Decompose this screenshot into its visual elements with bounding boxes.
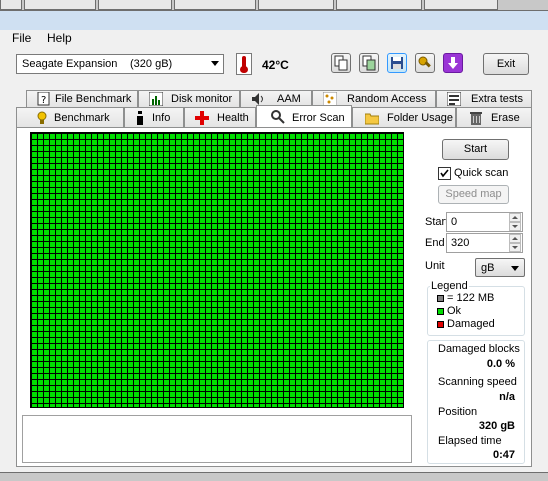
legend-damaged-label: Damaged — [447, 318, 495, 330]
title-bar — [0, 11, 548, 30]
block-map-grid — [30, 132, 404, 408]
menu-file[interactable]: File — [12, 31, 31, 45]
arrow-down-icon — [448, 57, 458, 69]
options-button[interactable] — [415, 53, 435, 73]
tab-health[interactable]: Health — [184, 107, 256, 127]
drive-size: (320 gB) — [130, 58, 173, 70]
scan-log[interactable] — [22, 415, 412, 463]
lightbulb-icon — [37, 111, 47, 124]
save-button[interactable] — [387, 53, 407, 73]
copy-icon — [334, 55, 348, 71]
background-window-strip — [0, 0, 548, 11]
copy-screenshot-button[interactable] — [359, 53, 379, 73]
drive-name: Seagate Expansion — [22, 58, 118, 70]
end-label: End — [425, 237, 445, 249]
unit-select-value: gB — [481, 262, 495, 274]
tab-label: Extra tests — [471, 93, 523, 105]
tab-folder-usage[interactable]: Folder Usage — [352, 107, 456, 127]
tab-extra-tests[interactable]: Extra tests — [436, 90, 532, 107]
tab-error-scan[interactable]: Error Scan — [256, 105, 352, 128]
menu-help[interactable]: Help — [47, 31, 72, 45]
copy-info-button[interactable] — [331, 53, 351, 73]
spin-down-icon[interactable] — [509, 243, 521, 252]
info-icon — [137, 111, 143, 125]
drive-select[interactable]: Seagate Expansion (320 gB) — [16, 54, 224, 74]
quick-scan-checkbox[interactable] — [438, 167, 451, 180]
tab-label: Error Scan — [292, 112, 345, 124]
legend-ok-label: Ok — [447, 305, 462, 317]
tab-label: AAM — [277, 93, 301, 105]
folder-icon — [365, 113, 379, 125]
tab-label: Health — [217, 112, 249, 124]
tab-benchmark[interactable]: Benchmark — [16, 107, 124, 127]
tab-label: Folder Usage — [387, 112, 454, 124]
tab-label: File Benchmark — [55, 93, 132, 105]
legend-title: Legend — [430, 280, 469, 292]
tab-label: Random Access — [347, 93, 427, 105]
chevron-down-icon — [211, 61, 219, 66]
tab-file-benchmark[interactable]: ? File Benchmark — [26, 90, 138, 107]
start-input-value: 0 — [451, 216, 458, 228]
end-input-value: 320 — [451, 237, 470, 249]
quick-scan-label: Quick scan — [454, 167, 509, 179]
unit-label: Unit — [425, 260, 445, 272]
damaged-blocks-value: 0.0 % — [486, 358, 515, 370]
tab-label: Benchmark — [54, 112, 110, 124]
tab-label: Erase — [491, 112, 520, 124]
speaker-icon — [252, 93, 263, 105]
spin-up-icon[interactable] — [509, 213, 521, 222]
spin-up-icon[interactable] — [509, 234, 521, 243]
file-benchmark-icon: ? — [37, 92, 50, 106]
damaged-blocks-label: Damaged blocks — [438, 343, 520, 355]
copy-image-icon — [362, 55, 376, 71]
tab-label: Disk monitor — [171, 93, 233, 105]
tab-label: Info — [152, 112, 171, 124]
legend-damaged-swatch — [437, 321, 444, 328]
end-input[interactable]: 320 — [446, 233, 523, 253]
chart-icon — [149, 92, 163, 106]
legend-ok-swatch — [437, 308, 444, 315]
spin-down-icon[interactable] — [509, 222, 521, 231]
thermometer-icon — [236, 53, 252, 75]
tab-disk-monitor[interactable]: Disk monitor — [138, 90, 240, 107]
legend-block-swatch — [437, 295, 444, 302]
extra-tests-icon — [447, 92, 461, 106]
tab-erase[interactable]: Erase — [456, 107, 532, 127]
tab-info[interactable]: Info — [124, 107, 184, 127]
download-button[interactable] — [443, 53, 463, 73]
elapsed-time-label: Elapsed time — [438, 435, 502, 447]
unit-select[interactable]: gB — [475, 258, 525, 277]
tab-row-bottom: Benchmark Info Health Error Scan Folder … — [0, 105, 548, 128]
scatter-icon — [323, 92, 337, 106]
magnifier-icon — [271, 110, 285, 124]
elapsed-time-value: 0:47 — [492, 449, 515, 461]
start-scan-button[interactable]: Start — [442, 139, 509, 160]
start-label: Start — [425, 216, 449, 228]
health-cross-icon — [195, 111, 209, 125]
tools-icon — [418, 56, 431, 68]
start-input[interactable]: 0 — [446, 212, 523, 232]
scanning-speed-value: n/a — [499, 391, 515, 403]
trash-icon — [470, 112, 482, 125]
chevron-down-icon — [511, 266, 519, 271]
svg-text:?: ? — [41, 95, 46, 106]
temperature-value: 42°C — [262, 58, 289, 72]
checkmark-icon — [440, 169, 449, 178]
position-label: Position — [438, 406, 478, 418]
position-value: 320 gB — [478, 420, 515, 432]
scanning-speed-label: Scanning speed — [438, 376, 517, 388]
menu-bar — [0, 30, 548, 45]
exit-button[interactable]: Exit — [483, 53, 529, 75]
legend-block-size: = 122 MB — [447, 292, 495, 304]
speed-map-button[interactable]: Speed map — [438, 185, 509, 204]
floppy-disk-icon — [391, 57, 403, 69]
